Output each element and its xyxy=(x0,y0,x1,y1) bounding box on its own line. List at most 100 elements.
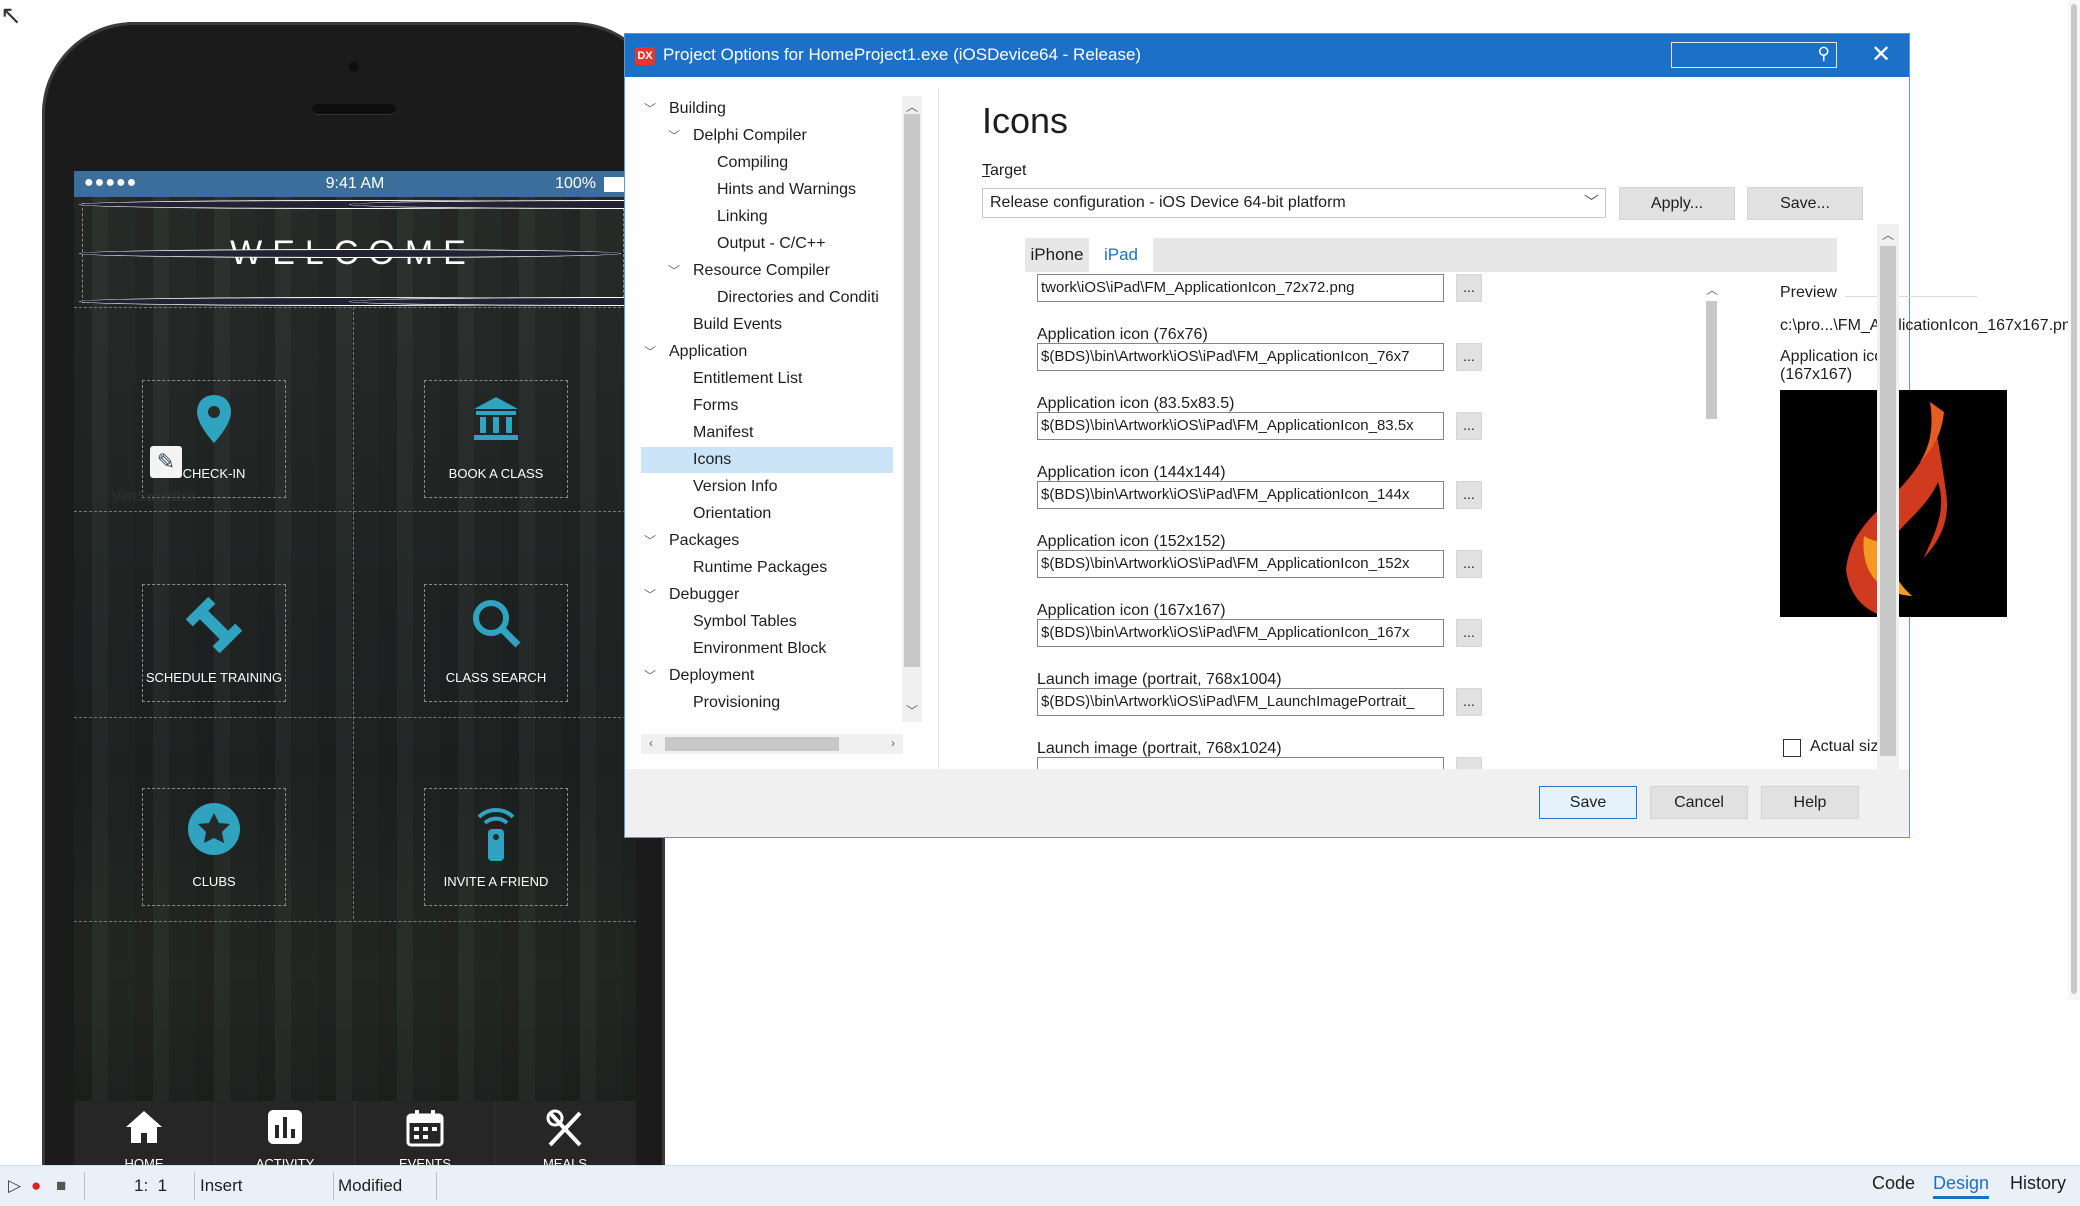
tree-item[interactable]: Manifest xyxy=(641,420,893,446)
tree-item[interactable]: Provisioning xyxy=(641,690,893,716)
apply-button[interactable]: Apply... xyxy=(1619,187,1735,220)
browse-button[interactable]: ... xyxy=(1456,412,1482,440)
welcome-label[interactable]: WELCOME xyxy=(79,200,636,306)
browse-button[interactable]: ... xyxy=(1456,688,1482,716)
scroll-left-arrow[interactable]: ‹ xyxy=(641,736,661,750)
tile-label: CLUBS xyxy=(192,874,236,889)
tree-item[interactable]: ﹀ Packages xyxy=(641,528,893,554)
chevron-down-icon[interactable]: ﹀ xyxy=(643,582,657,608)
run-icon[interactable]: ▷ xyxy=(8,1176,21,1196)
fields-vertical-scrollbar[interactable]: ︿ ﹀ xyxy=(1702,279,1722,793)
icon-path-input[interactable]: $(BDS)\bin\Artwork\iOS\iPad\FM_Applicati… xyxy=(1037,343,1444,371)
record-macro-icon[interactable]: ● xyxy=(31,1176,41,1196)
icon-path-input[interactable]: $(BDS)\bin\Artwork\iOS\iPad\FM_Applicati… xyxy=(1037,550,1444,578)
clubs-tile[interactable]: CLUBS xyxy=(142,788,286,906)
class-search-tile[interactable]: CLASS SEARCH xyxy=(424,584,568,702)
scroll-thumb[interactable] xyxy=(904,114,920,667)
scroll-thumb[interactable] xyxy=(1706,301,1717,419)
chevron-down-icon[interactable]: ﹀ xyxy=(643,528,657,554)
save-button[interactable]: Save xyxy=(1539,786,1637,819)
scroll-right-arrow[interactable]: › xyxy=(883,736,903,750)
scroll-thumb[interactable] xyxy=(2071,4,2077,994)
tab-ipad[interactable]: iPad xyxy=(1089,238,1153,272)
tree-item[interactable]: ﹀ Building xyxy=(641,96,893,122)
browse-button[interactable]: ... xyxy=(1456,481,1482,509)
target-label-accel: T xyxy=(982,162,990,179)
tree-item[interactable]: ﹀ Delphi Compiler xyxy=(641,123,893,149)
tree-item[interactable]: Forms xyxy=(641,393,893,419)
chevron-down-icon[interactable]: ﹀ xyxy=(667,258,681,284)
chevron-down-icon[interactable]: ﹀ xyxy=(643,96,657,122)
page-vertical-scrollbar[interactable]: ︿ ﹀ xyxy=(1877,224,1899,796)
actual-size-checkbox[interactable] xyxy=(1783,739,1801,757)
tree-item[interactable]: Compiling xyxy=(641,150,893,176)
tree-item[interactable]: ﹀ Application xyxy=(641,339,893,365)
icon-path-input[interactable]: $(BDS)\bin\Artwork\iOS\iPad\FM_LaunchIma… xyxy=(1037,688,1444,716)
tree-item[interactable]: Orientation xyxy=(641,501,893,527)
tree-item[interactable]: ﹀ Debugger xyxy=(641,582,893,608)
scroll-up-arrow[interactable]: ︿ xyxy=(902,98,922,115)
options-search-input[interactable]: ⚲ xyxy=(1671,42,1837,68)
options-tree[interactable]: ﹀ Building ﹀ Delphi Compiler Compiling Hints … xyxy=(641,96,909,796)
invite-friend-tile[interactable]: INVITE A FRIEND xyxy=(424,788,568,906)
chevron-down-icon[interactable]: ﹀ xyxy=(643,663,657,689)
tree-item[interactable]: Version Info xyxy=(641,474,893,500)
schedule-training-tile[interactable]: SCHEDULE TRAINING xyxy=(142,584,286,702)
tree-item[interactable]: Directories and Conditi xyxy=(641,285,893,311)
scroll-up-arrow[interactable]: ︿ xyxy=(1702,281,1722,298)
tree-item[interactable]: Symbol Tables xyxy=(641,609,893,635)
tab-home[interactable]: HOME xyxy=(74,1101,214,1171)
tab-events[interactable]: EVENTS xyxy=(354,1101,495,1171)
editor-vertical-scrollbar[interactable] xyxy=(2068,0,2080,1000)
browse-button[interactable]: ... xyxy=(1456,550,1482,578)
browse-button[interactable]: ... xyxy=(1456,343,1482,371)
save-as-button[interactable]: Save... xyxy=(1747,187,1863,220)
close-button[interactable]: ✕ xyxy=(1865,40,1897,70)
scroll-thumb[interactable] xyxy=(1880,246,1896,756)
scroll-thumb[interactable] xyxy=(665,737,839,751)
chevron-down-icon[interactable]: ﹀ xyxy=(667,123,681,149)
chevron-down-icon[interactable]: ﹀ xyxy=(643,339,657,365)
icon-path-input[interactable]: $(BDS)\bin\Artwork\iOS\iPad\FM_Applicati… xyxy=(1037,481,1444,509)
tree-item-label: Manifest xyxy=(693,424,754,441)
battery-percent: 100% xyxy=(555,175,596,192)
tree-item[interactable]: Entitlement List xyxy=(641,366,893,392)
tab-design[interactable]: Design xyxy=(1933,1173,1990,1199)
tab-code[interactable]: Code xyxy=(1872,1173,1915,1194)
scroll-down-arrow[interactable]: ﹀ xyxy=(902,702,922,719)
cancel-button[interactable]: Cancel xyxy=(1650,786,1748,819)
checkin-tile[interactable]: CHECK-IN xyxy=(142,380,286,498)
tree-horizontal-scrollbar[interactable]: ‹ › xyxy=(641,734,903,754)
resize-handle[interactable] xyxy=(79,249,621,258)
form-designer-surface[interactable]: ●●●●● 9:41 AM 100% WELCOME CHECK-IN BOOK… xyxy=(74,171,636,1171)
tree-item[interactable]: Output - C/C++ xyxy=(641,231,893,257)
tab-history[interactable]: History xyxy=(2010,1173,2066,1194)
browse-button[interactable]: ... xyxy=(1456,274,1482,302)
help-button[interactable]: Help xyxy=(1761,786,1859,819)
icon-path-input[interactable]: $(BDS)\bin\Artwork\iOS\iPad\FM_Applicati… xyxy=(1037,619,1444,647)
browse-button[interactable]: ... xyxy=(1456,619,1482,647)
tree-item[interactable]: Hints and Warnings xyxy=(641,177,893,203)
tree-item[interactable]: ﹀ Resource Compiler xyxy=(641,258,893,284)
tree-item[interactable]: Runtime Packages xyxy=(641,555,893,581)
target-select[interactable]: Release configuration - iOS Device 64-bi… xyxy=(982,188,1606,218)
tab-meals[interactable]: MEALS xyxy=(494,1101,635,1171)
tree-item[interactable]: Environment Block xyxy=(641,636,893,662)
field-label: Application icon (83.5x83.5) xyxy=(1037,395,1235,412)
tree-vertical-scrollbar[interactable]: ︿ ﹀ xyxy=(902,96,922,722)
tab-iphone[interactable]: iPhone xyxy=(1025,238,1089,272)
icon-path-input[interactable]: $(BDS)\bin\Artwork\iOS\iPad\FM_Applicati… xyxy=(1037,412,1444,440)
tab-activity[interactable]: ACTIVITY xyxy=(214,1101,355,1171)
preview-divider xyxy=(1845,296,1977,297)
tree-item[interactable]: ﹀ Deployment xyxy=(641,663,893,689)
icon-path-input[interactable]: twork\iOS\iPad\FM_ApplicationIcon_72x72.… xyxy=(1037,274,1444,302)
dialog-title-bar[interactable]: DX Project Options for HomeProject1.exe … xyxy=(625,34,1909,77)
tree-item[interactable]: Build Events xyxy=(641,312,893,338)
nonvisual-component-icon[interactable]: ✎ xyxy=(150,446,182,478)
book-class-tile[interactable]: BOOK A CLASS xyxy=(424,380,568,498)
tree-item[interactable]: Linking xyxy=(641,204,893,230)
stop-icon[interactable]: ■ xyxy=(56,1176,66,1196)
tree-item[interactable]: Icons xyxy=(641,447,893,473)
tile-label: CLASS SEARCH xyxy=(445,670,547,685)
scroll-up-arrow[interactable]: ︿ xyxy=(1878,226,1898,243)
